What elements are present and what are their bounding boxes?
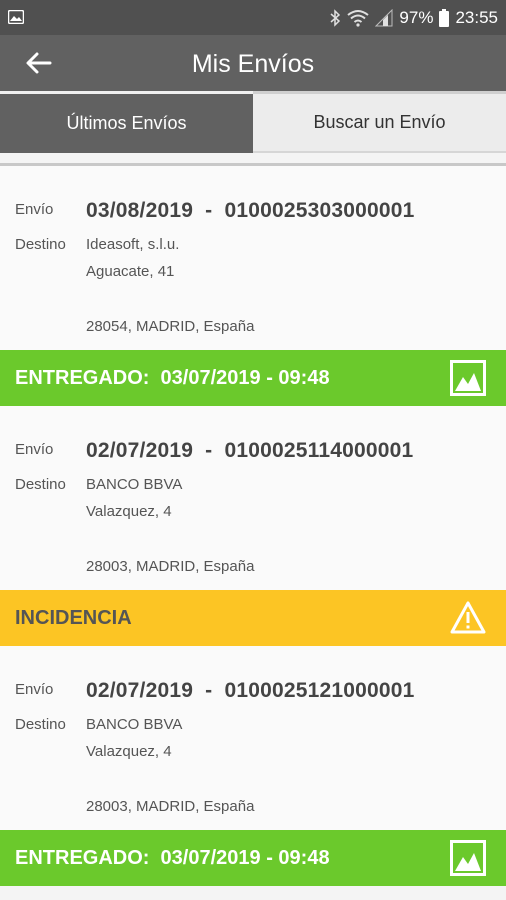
shipment-card[interactable]: Envío Destino 03/08/2019 - 0100025303000… [0,166,506,350]
warning-icon[interactable] [450,600,486,636]
destino-label: Destino [15,476,66,493]
wifi-icon [347,9,370,27]
bluetooth-icon [330,8,341,27]
shipment-card[interactable]: Envío Destino 02/07/2019 - 0100025121000… [0,646,506,830]
destination-city: 28003, MADRID, España [86,558,255,575]
shipment-header: 02/07/2019 - 0100025114000001 [86,439,414,462]
status-time: 23:55 [455,7,498,27]
destination-street: Valazquez, 4 [86,503,172,520]
shipment-number: 0100025303000001 [224,199,415,222]
envio-label: Envío [15,201,54,218]
shipment-card[interactable]: Envío Destino 02/07/2019 - 0100025114000… [0,406,506,590]
shipment-date: 02/07/2019 [86,439,194,462]
destination-name: BANCO BBVA [86,476,183,493]
tab-buscar-envio[interactable]: Buscar un Envío [253,91,506,153]
image-icon[interactable] [450,360,486,396]
shipment-date: 03/08/2019 [86,199,194,222]
destination-city: 28054, MADRID, España [86,318,255,335]
tab-bar: Últimos Envíos Buscar un Envío [0,91,506,153]
shipment-header: 02/07/2019 - 0100025121000001 [86,679,415,702]
status-text: ENTREGADO: 03/07/2019 - 09:48 [15,846,330,869]
destino-label: Destino [15,236,66,253]
destination-street: Aguacate, 41 [86,263,175,280]
destination-name: Ideasoft, s.l.u. [86,236,180,253]
battery-percent: 97% [399,7,434,27]
signal-icon [375,8,393,26]
status-text: INCIDENCIA [15,606,132,629]
tab-ultimos-envios[interactable]: Últimos Envíos [0,91,253,153]
photo-icon [8,10,24,24]
shipment-number: 0100025114000001 [224,439,414,462]
status-band-delivered: ENTREGADO: 03/07/2019 - 09:48 [0,830,506,886]
envio-label: Envío [15,681,54,698]
page-title: Mis Envíos [191,50,315,78]
arrow-left-icon[interactable] [24,49,54,77]
status-band-delivered: ENTREGADO: 03/07/2019 - 09:48 [0,350,506,406]
destino-label: Destino [15,716,66,733]
status-text: ENTREGADO: 03/07/2019 - 09:48 [15,366,330,389]
shipment-date: 02/07/2019 [86,679,194,702]
destination-city: 28003, MADRID, España [86,798,255,815]
destination-street: Valazquez, 4 [86,743,172,760]
battery-icon [439,8,450,27]
envio-label: Envío [15,441,54,458]
destination-name: BANCO BBVA [86,716,183,733]
status-indicators: 97% 23:55 [329,0,498,35]
app-bar: Mis Envíos [0,35,506,91]
image-icon[interactable] [450,840,486,876]
shipment-number: 0100025121000001 [224,679,415,702]
shipment-header: 03/08/2019 - 0100025303000001 [86,199,415,222]
status-bar: 97% 23:55 [0,0,506,35]
shipment-list: Envío Destino 03/08/2019 - 0100025303000… [0,166,506,886]
status-band-incident: INCIDENCIA [0,590,506,646]
